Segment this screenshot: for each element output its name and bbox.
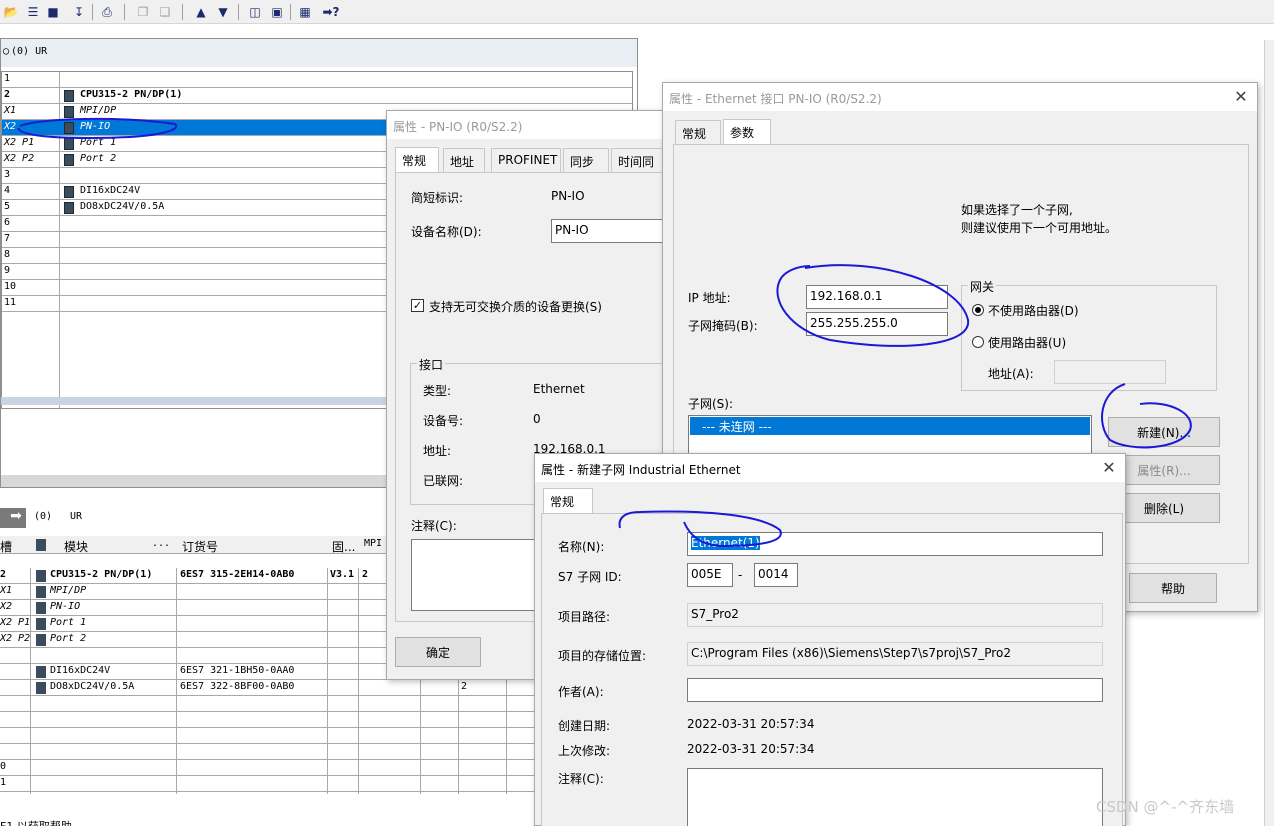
annotation-circle-name [618,510,782,548]
annotation-circle-pnio [17,117,178,140]
annotation-overlay [17,117,1192,548]
annotation-circle-new-button [1101,383,1192,449]
annotation-circle-ip [776,264,970,347]
watermark: CSDN @^-^齐东墙 [1096,798,1235,816]
